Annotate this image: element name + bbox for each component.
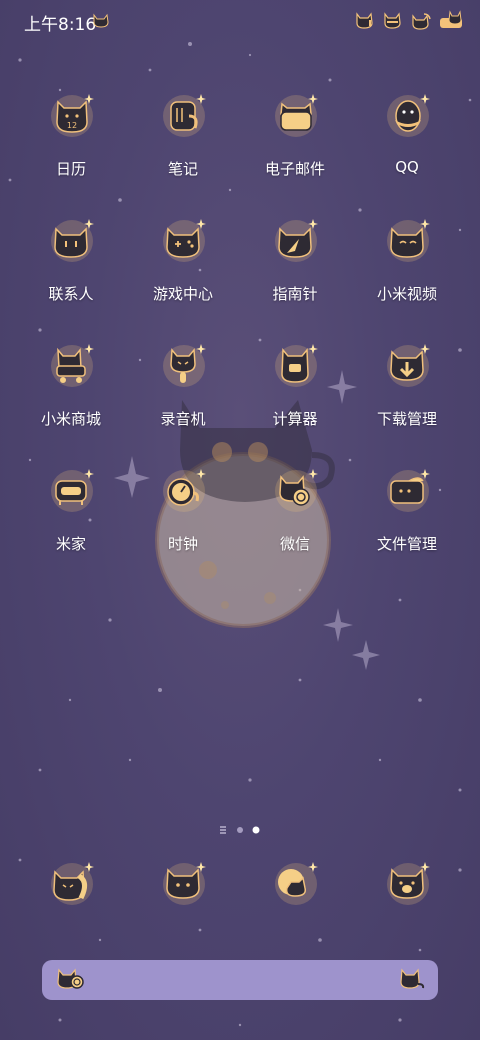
app-label: 录音机 [160,410,206,428]
app-label: 电子邮件 [264,160,325,178]
search-cat-icon [57,968,84,989]
app-label: 日历 [55,160,86,178]
app-mi-video[interactable]: 小米视频 [351,217,463,327]
microphone-cat-icon [163,344,206,387]
app-calendar[interactable]: 12 日历 [15,92,127,202]
app-contacts[interactable]: 联系人 [15,217,127,327]
folder-cat-icon [387,469,430,512]
app-mi-mall[interactable]: 小米商城 [15,342,127,452]
email-cat-icon [275,94,318,137]
app-label: 联系人 [48,285,94,303]
download-cat-icon [387,344,430,387]
app-clock[interactable]: 时钟 [127,467,239,577]
bee-cat-icon [384,12,401,29]
cat-notification-icon [93,13,109,28]
app-label: 计算器 [272,410,318,428]
clock-cat-icon [163,469,206,512]
page-dot [237,827,243,833]
app-label: 笔记 [167,160,198,178]
signal-cat-icon [356,12,373,29]
camera-cat-icon [387,862,430,905]
app-calculator[interactable]: 计算器 [239,342,351,452]
app-label: 米家 [55,535,86,553]
app-email[interactable]: 电子邮件 [239,92,351,202]
calculator-cat-icon [275,344,318,387]
page-dot-list [220,826,226,834]
app-label: 文件管理 [376,535,437,553]
contacts-cat-icon [51,219,94,262]
game-cat-icon [163,219,206,262]
app-label: 小米视频 [376,285,437,303]
app-label: 时钟 [167,535,198,553]
dock-camera[interactable] [351,860,463,920]
app-label: 下载管理 [376,410,437,428]
app-qq[interactable]: QQ [351,92,463,202]
search-bar[interactable] [42,960,438,1000]
cart-cat-icon [51,344,94,387]
dock [0,860,480,930]
app-wechat[interactable]: 微信 [239,467,351,577]
app-mi-home[interactable]: 米家 [15,467,127,577]
app-game-center[interactable]: 游戏中心 [127,217,239,327]
app-file-manager[interactable]: 文件管理 [351,467,463,577]
status-bar: 上午8:16 [0,0,480,40]
app-notes[interactable]: 笔记 [127,92,239,202]
penguin-cat-icon [387,94,430,137]
message-cat-icon [163,862,206,905]
page-indicator[interactable] [218,824,268,836]
app-label: QQ [395,158,419,176]
app-recorder[interactable]: 录音机 [127,342,239,452]
dock-messages[interactable] [127,860,239,920]
video-cat-icon [387,219,430,262]
calendar-day-text: 12 [67,121,77,130]
compass-cat-icon [275,219,318,262]
moon-cat-icon [275,862,318,905]
app-label: 游戏中心 [152,285,213,303]
status-time: 上午8:16 [24,15,97,35]
dock-browser[interactable] [239,860,351,920]
app-label: 指南针 [272,285,318,303]
dock-phone[interactable] [15,860,127,920]
wifi-cat-icon [412,13,431,30]
sofa-cat-icon [51,469,94,512]
page-dot-current [252,826,260,834]
app-label: 微信 [279,535,310,553]
app-downloads[interactable]: 下载管理 [351,342,463,452]
sleeping-cat-icon [400,968,425,989]
app-label: 小米商城 [40,410,101,428]
wechat-cat-icon [275,469,318,512]
notes-cat-icon [163,94,206,137]
calendar-cat-icon: 12 [51,94,94,137]
battery-cat-icon [440,10,462,28]
phone-cat-icon [51,862,94,905]
app-compass[interactable]: 指南针 [239,217,351,327]
